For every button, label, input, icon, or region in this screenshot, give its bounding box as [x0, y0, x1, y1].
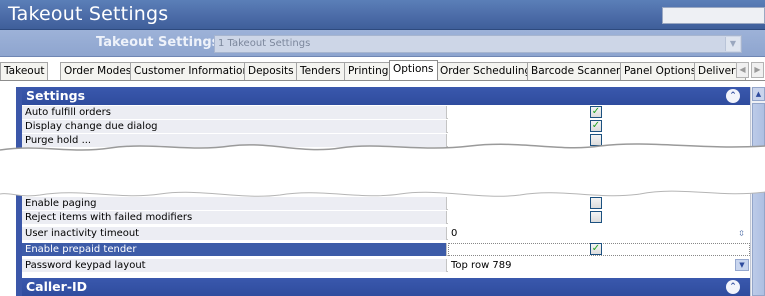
tab-label: Customer Information	[134, 65, 250, 77]
tab-label: Deposits	[248, 65, 294, 77]
tab-customer-information[interactable]: Customer Information	[130, 62, 254, 80]
checkbox-checked[interactable]: ✓	[590, 243, 602, 255]
row-label: Auto fulfill orders	[22, 106, 447, 119]
row-label: Display change due dialog	[22, 120, 447, 133]
section-title: Caller-ID	[26, 279, 88, 294]
tab-label: Takeout	[4, 65, 45, 77]
torn-paper-gap	[0, 143, 765, 197]
chevron-down-icon[interactable]: ▼	[725, 37, 740, 51]
settings-selector-label: Takeout Settings:	[96, 35, 225, 50]
tab-barcode-scanners[interactable]: Barcode Scanners	[527, 62, 630, 80]
collapse-icon[interactable]: ⌃	[726, 89, 740, 103]
spinner-arrows-icon[interactable]: ⇳	[735, 228, 748, 239]
row-value	[448, 211, 750, 224]
tab-panel-options[interactable]: Panel Options	[620, 62, 701, 80]
scroll-up-icon[interactable]: ▲	[752, 87, 765, 101]
tab-deposits[interactable]: Deposits	[244, 62, 298, 80]
grid-row[interactable]: Reject items with failed modifiers	[22, 211, 750, 224]
checkbox-unchecked[interactable]	[590, 211, 602, 223]
tab-order-scheduling[interactable]: Order Scheduling	[436, 62, 536, 80]
tab-label: Order Modes	[64, 65, 132, 77]
tab-label: Options	[393, 63, 434, 75]
title-bar-box	[662, 7, 765, 24]
checkbox-checked[interactable]: ✓	[590, 120, 602, 132]
tab-order-modes[interactable]: Order Modes	[60, 62, 136, 80]
row-label: User inactivity timeout	[22, 227, 447, 240]
settings-selector-dropdown[interactable]: 1 Takeout Settings ▼	[214, 35, 742, 53]
tab-scroll-right-icon[interactable]: ▶	[751, 62, 764, 78]
window-title-bar: Takeout Settings	[0, 0, 765, 30]
tab-label: Order Scheduling	[440, 65, 532, 77]
row-value: ✓	[448, 106, 750, 119]
row-label: Enable prepaid tender	[22, 243, 447, 256]
grid-row[interactable]: Auto fulfill orders ✓	[22, 106, 750, 119]
section-header-caller-id[interactable]: Caller-ID ⌃	[22, 278, 750, 296]
keypad-layout-dropdown[interactable]: Top row 789 ▼	[448, 259, 750, 272]
collapse-icon[interactable]: ⌃	[726, 280, 740, 294]
tab-label: Barcode Scanners	[531, 65, 626, 77]
grid-row[interactable]: User inactivity timeout 0 ⇳	[22, 227, 750, 240]
tab-scroll-left-icon[interactable]: ◀	[736, 62, 749, 78]
tab-strip: Takeout Order Modes Customer Information…	[0, 60, 765, 81]
row-value-text: Top row 789	[451, 260, 512, 271]
chevron-down-icon[interactable]: ▼	[735, 259, 749, 271]
settings-selector-value: 1 Takeout Settings	[218, 38, 311, 49]
tab-tenders[interactable]: Tenders	[296, 62, 345, 80]
checkbox-checked[interactable]: ✓	[590, 106, 602, 118]
row-label: Password keypad layout	[22, 259, 447, 272]
tab-label: Printing	[348, 65, 389, 77]
grid-row[interactable]: Display change due dialog ✓	[22, 120, 750, 133]
tab-takeout[interactable]: Takeout	[0, 62, 49, 80]
grid-row[interactable]: Password keypad layout Top row 789 ▼	[22, 259, 750, 272]
tab-printing[interactable]: Printing	[344, 62, 393, 80]
row-value: ✓	[448, 243, 750, 256]
tab-label: Tenders	[300, 65, 341, 77]
section-header-settings[interactable]: Settings ⌃	[22, 87, 750, 105]
row-value-text: 0	[451, 228, 458, 239]
row-label: Reject items with failed modifiers	[22, 211, 447, 224]
tab-options[interactable]: Options	[389, 60, 438, 80]
timeout-spinner[interactable]: 0 ⇳	[448, 227, 750, 240]
grid-row-selected[interactable]: Enable prepaid tender ✓	[22, 243, 750, 256]
settings-selector-bar: Takeout Settings: 1 Takeout Settings ▼	[0, 30, 765, 57]
window-title: Takeout Settings	[8, 3, 169, 25]
row-value: ✓	[448, 120, 750, 133]
tab-label: Panel Options	[624, 65, 697, 77]
section-title: Settings	[26, 88, 86, 103]
